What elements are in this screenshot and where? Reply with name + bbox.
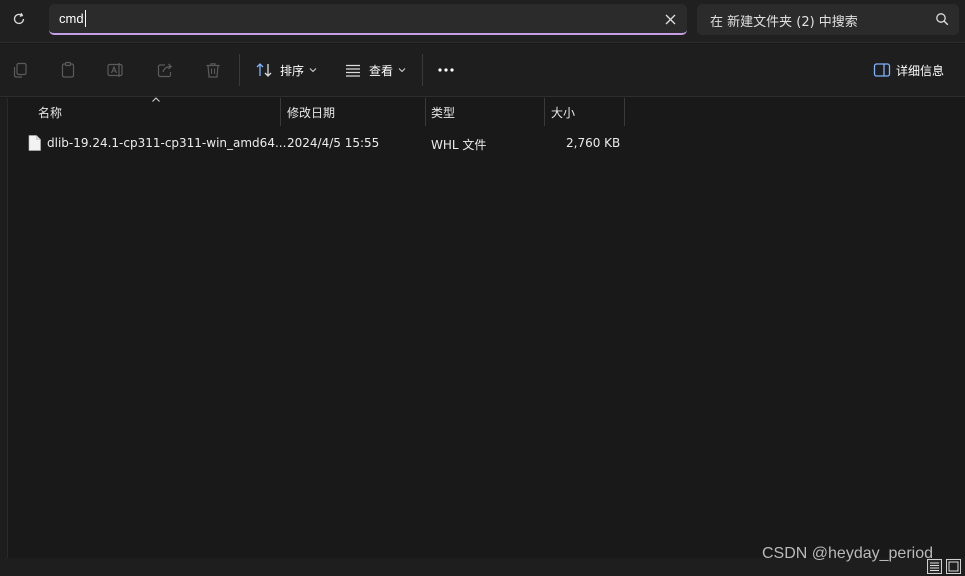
path-input-text: cmd [59, 11, 84, 26]
watermark: CSDN @heyday_period [762, 545, 933, 562]
rename-button[interactable] [106, 59, 126, 81]
details-label: 详细信息 [896, 63, 945, 78]
column-header-size[interactable]: 大小 [551, 98, 621, 126]
share-button[interactable] [155, 59, 175, 81]
sort-icon [254, 60, 274, 80]
search-input[interactable]: 在 新建文件夹 (2) 中搜索 [697, 4, 959, 35]
view-button[interactable]: 查看 [343, 59, 406, 81]
sort-button[interactable]: 排序 [254, 59, 317, 81]
clear-icon[interactable] [661, 10, 679, 28]
refresh-icon[interactable] [9, 9, 29, 29]
column-header-label: 修改日期 [287, 105, 336, 120]
column-divider[interactable] [624, 98, 625, 126]
view-list-icon [343, 60, 363, 80]
search-placeholder: 在 新建文件夹 (2) 中搜索 [710, 15, 858, 30]
navigation-pane [0, 98, 7, 558]
chevron-down-icon [309, 68, 317, 73]
file-row[interactable]: dlib-19.24.1-cp311-cp311-win_amd64... 20… [20, 132, 632, 156]
chevron-down-icon [398, 68, 406, 73]
file-name: dlib-19.24.1-cp311-cp311-win_amd64... [47, 136, 287, 150]
details-pane-icon [872, 60, 892, 80]
delete-icon [203, 60, 223, 80]
toolbar-divider [422, 54, 423, 86]
column-header-label: 名称 [38, 105, 63, 120]
text-caret [84, 10, 86, 27]
file-modified-date: 2024/4/5 15:55 [287, 136, 380, 150]
column-divider[interactable] [425, 98, 426, 126]
share-icon [155, 60, 175, 80]
command-bar: 排序 查看 详细信息 [0, 44, 965, 97]
column-header-type[interactable]: 类型 [431, 98, 546, 126]
view-label: 查看 [369, 63, 394, 78]
file-type: WHL 文件 [431, 138, 487, 152]
copy-button[interactable] [10, 59, 30, 81]
file-icon [28, 135, 41, 151]
copy-icon [10, 60, 30, 80]
sort-label: 排序 [280, 63, 305, 78]
column-divider[interactable] [544, 98, 545, 126]
more-button[interactable] [436, 59, 456, 81]
toolbar-divider [239, 54, 240, 86]
file-size: 2,760 KB [566, 136, 621, 150]
details-pane-button[interactable]: 详细信息 [872, 59, 944, 81]
paste-button[interactable] [58, 59, 78, 81]
path-input[interactable]: cmd [49, 4, 687, 35]
column-header-name[interactable]: 名称 [38, 98, 278, 126]
column-header-label: 大小 [551, 105, 576, 120]
column-header-label: 类型 [431, 105, 456, 120]
address-bar: cmd 在 新建文件夹 (2) 中搜索 [0, 0, 965, 43]
paste-icon [58, 60, 78, 80]
column-divider[interactable] [280, 98, 281, 126]
column-header-modified[interactable]: 修改日期 [287, 98, 427, 126]
large-icons-view-toggle[interactable] [946, 559, 961, 574]
file-list: 名称 修改日期 类型 大小 dlib-19.24.1-cp311-cp311-w… [7, 97, 965, 558]
delete-button[interactable] [203, 59, 223, 81]
rename-icon [106, 60, 126, 80]
more-icon [436, 60, 456, 80]
large-icons-view-icon [948, 561, 959, 572]
search-icon [936, 13, 949, 26]
